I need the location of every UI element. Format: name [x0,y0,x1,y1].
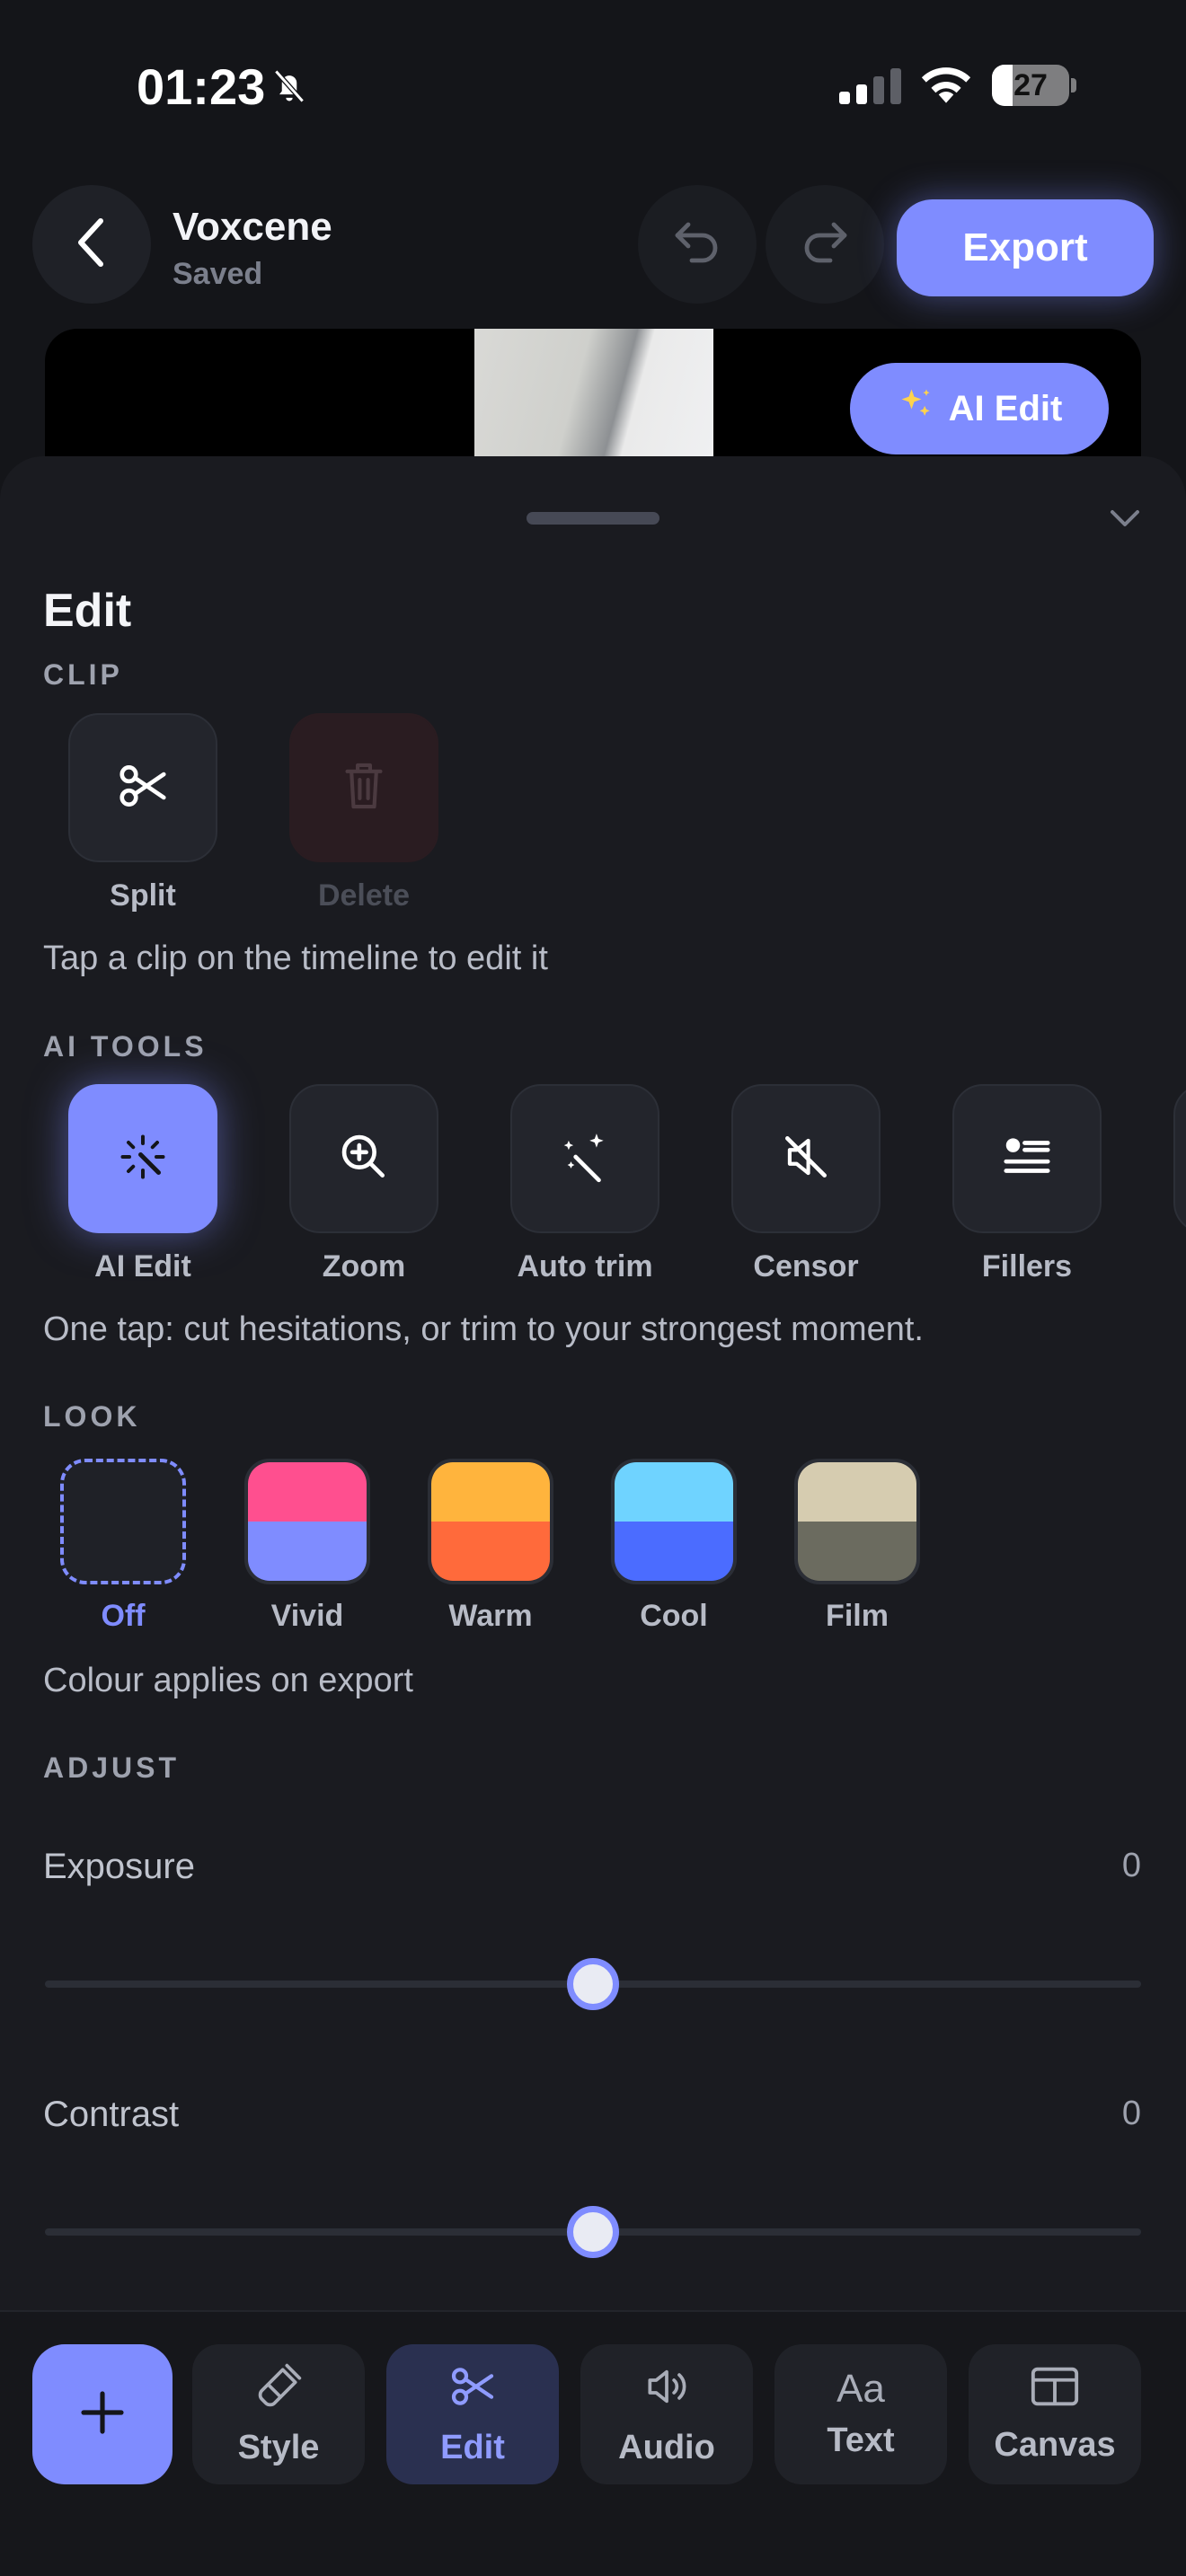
look-swatch-film[interactable]: Film [794,1459,920,1634]
redo-button[interactable] [766,185,884,304]
undo-button[interactable] [638,185,757,304]
next-tool-button-partial[interactable] [1172,1084,1186,1233]
undo-icon [670,217,724,272]
export-button[interactable]: Export [897,199,1154,296]
auto-trim-tool-button[interactable]: Auto trim [509,1084,661,1284]
tab-canvas-label: Canvas [994,2426,1116,2464]
censor-tool-label: Censor [753,1249,859,1284]
wifi-icon [918,63,974,110]
speaker-icon [641,2361,693,2416]
section-label-look: LOOK [43,1400,141,1433]
project-title: Voxcene [173,205,332,249]
tab-edit[interactable]: Edit [386,2344,559,2484]
ai-edit-button[interactable]: AI Edit [850,363,1109,454]
look-swatch-warm[interactable]: Warm [428,1459,553,1634]
tab-edit-label: Edit [440,2429,505,2466]
tab-text-label: Text [827,2421,895,2459]
battery-indicator: 27 [992,65,1076,106]
contrast-value: 0 [1121,2095,1141,2132]
split-button[interactable]: Split [66,713,219,913]
tab-audio-label: Audio [618,2429,715,2466]
ai-edit-label: AI Edit [948,388,1063,428]
text-icon: Aa [836,2366,885,2411]
look-hint: Colour applies on export [43,1662,413,1699]
look-label-warm: Warm [448,1599,533,1633]
fillers-tool-label: Fillers [981,1249,1073,1284]
sparkle-wand-icon [116,1130,170,1188]
canvas-icon [1029,2364,1081,2413]
bell-slash-icon [270,66,309,110]
cellular-signal-icon [839,68,904,109]
battery-percent: 27 [1013,68,1048,102]
trash-icon [339,759,389,817]
look-label-off: Off [101,1599,146,1633]
delete-button[interactable]: Delete [288,713,440,913]
look-swatch-vivid[interactable]: Vivid [244,1459,370,1634]
redo-icon [798,217,852,272]
sparkles-icon [897,384,936,433]
zoom-in-icon [336,1129,392,1189]
section-label-adjust: ADJUST [43,1751,181,1784]
sheet-title: Edit [43,585,132,637]
look-label-vivid: Vivid [270,1599,344,1633]
ai-edit-tool-button[interactable]: AI Edit [66,1084,219,1284]
exposure-slider-thumb[interactable] [567,1958,619,2010]
ai-edit-tool-label: AI Edit [94,1249,191,1284]
exposure-value: 0 [1121,1847,1141,1884]
status-time: 01:23 [137,58,266,115]
contrast-label: Contrast [43,2095,180,2134]
tab-canvas[interactable]: Canvas [969,2344,1141,2484]
chevron-down-icon[interactable] [1107,505,1143,536]
auto-trim-tool-label: Auto trim [517,1249,653,1284]
look-swatch-off[interactable]: Off [60,1459,186,1634]
plus-icon [77,2387,128,2442]
scissors-icon [446,2361,500,2416]
scissors-icon [115,758,171,818]
contrast-slider-thumb[interactable] [567,2206,619,2258]
delete-label: Delete [317,878,411,913]
zoom-tool-label: Zoom [322,1249,406,1284]
paintbrush-icon [253,2361,304,2416]
section-label-clip: CLIP [43,658,123,691]
clip-hint: Tap a clip on the timeline to edit it [43,940,548,977]
zoom-tool-button[interactable]: Zoom [288,1084,440,1284]
look-label-film: Film [826,1599,889,1633]
exposure-label: Exposure [43,1847,195,1886]
section-label-ai-tools: AI TOOLS [43,1030,208,1063]
fillers-tool-button[interactable]: Fillers [951,1084,1103,1284]
save-status: Saved [173,257,263,291]
chevron-left-icon [70,216,113,274]
magic-wand-icon [557,1129,613,1189]
tab-style[interactable]: Style [192,2344,365,2484]
tab-style-label: Style [237,2429,320,2466]
split-label: Split [110,878,176,913]
ai-tools-hint: One tap: cut hesitations, or trim to you… [43,1310,924,1348]
look-swatch-cool[interactable]: Cool [611,1459,737,1634]
censor-tool-button[interactable]: Censor [730,1084,882,1284]
sheet-drag-handle[interactable] [527,512,659,525]
tab-audio[interactable]: Audio [580,2344,753,2484]
tab-text[interactable]: Aa Text [774,2344,947,2484]
add-media-button[interactable] [32,2344,173,2484]
look-label-cool: Cool [640,1599,708,1633]
mute-icon [778,1129,834,1189]
back-button[interactable] [32,185,151,304]
fillers-icon [999,1129,1055,1189]
